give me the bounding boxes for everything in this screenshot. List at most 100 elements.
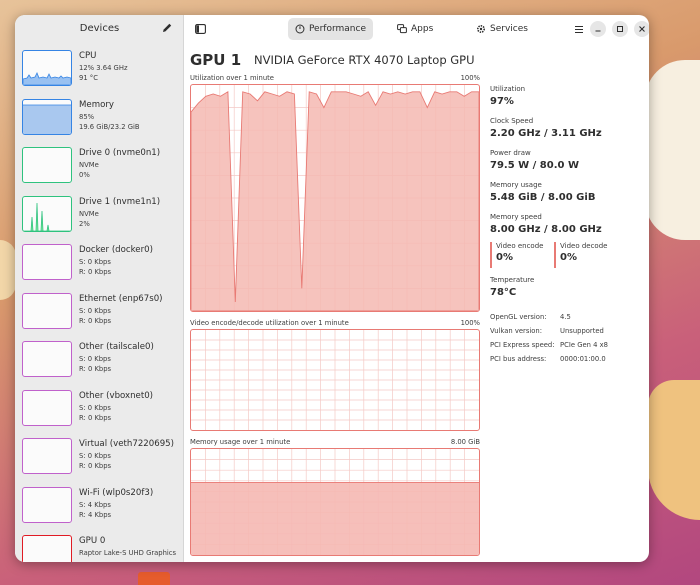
device-item[interactable]: Ethernet (enp67s0) S: 0 Kbps R: 0 Kbps bbox=[22, 292, 178, 335]
memory-usage-label: Memory usage bbox=[490, 181, 542, 189]
wallpaper-shape bbox=[648, 380, 700, 520]
device-thumbnail bbox=[22, 486, 72, 523]
temperature-value: 78°C bbox=[490, 287, 517, 298]
device-detail: S: 0 Kbps bbox=[79, 258, 111, 266]
device-item[interactable]: Memory 85% 19.6 GiB/23.2 GiB bbox=[22, 98, 178, 141]
device-name: Other (tailscale0) bbox=[79, 342, 154, 352]
maximize-icon bbox=[617, 26, 623, 32]
sidebar-toggle-button[interactable] bbox=[190, 19, 210, 39]
utilization-value: 97% bbox=[490, 96, 514, 107]
device-detail: NVMe bbox=[79, 209, 99, 218]
device-detail: R: 4 Kbps bbox=[79, 510, 112, 519]
mini-graph bbox=[23, 342, 71, 376]
video-chart bbox=[191, 330, 479, 430]
device-item[interactable]: Wi-Fi (wlp0s20f3) S: 4 Kbps R: 4 Kbps bbox=[22, 486, 178, 529]
hamburger-icon bbox=[575, 25, 583, 33]
info-value: 4.5 bbox=[560, 313, 571, 321]
memory-graph-max: 8.00 GiB bbox=[450, 438, 480, 446]
device-item[interactable]: CPU 12% 3.64 GHz 91 °C bbox=[22, 50, 178, 92]
tab-apps[interactable]: Apps bbox=[390, 18, 440, 40]
device-item[interactable]: Virtual (veth7220695) S: 0 Kbps R: 0 Kbps bbox=[22, 438, 178, 480]
device-thumbnail bbox=[22, 389, 72, 426]
device-item[interactable]: Docker (docker0) S: 0 Kbps R: 0 Kbps bbox=[22, 244, 178, 286]
device-detail: S: 0 Kbps bbox=[79, 403, 111, 412]
pencil-icon[interactable] bbox=[161, 22, 173, 34]
video-decode-value: 0% bbox=[560, 252, 577, 263]
device-name: Other (vboxnet0) bbox=[79, 390, 154, 401]
info-row-pcie-speed: PCI Express speed: PCIe Gen 4 x8 bbox=[490, 341, 649, 351]
power-draw-label: Power draw bbox=[490, 149, 531, 157]
device-detail: NVMe bbox=[79, 161, 99, 169]
device-detail: 19.6 GiB/23.2 GiB bbox=[79, 122, 140, 131]
minimize-icon bbox=[595, 30, 601, 32]
video-graph bbox=[190, 329, 480, 431]
minimize-button[interactable] bbox=[590, 21, 606, 37]
device-detail: S: 0 Kbps bbox=[79, 355, 111, 363]
device-detail: 91 °C bbox=[79, 74, 98, 82]
wallpaper-shape bbox=[645, 60, 700, 240]
video-decode-label: Video decode bbox=[560, 242, 608, 250]
device-detail: 2% bbox=[79, 219, 90, 228]
memory-graph bbox=[190, 448, 480, 556]
device-thumbnail bbox=[22, 535, 72, 562]
device-name: GPU 0 bbox=[79, 536, 106, 546]
video-encode-block: Video encode 0% bbox=[490, 242, 543, 268]
info-value: 0000:01:00.0 bbox=[560, 355, 606, 363]
maximize-button[interactable] bbox=[612, 21, 628, 37]
tab-performance[interactable]: Performance bbox=[288, 18, 373, 40]
video-encode-value: 0% bbox=[496, 252, 513, 263]
device-detail: S: 0 Kbps bbox=[79, 306, 111, 315]
main-menu-button[interactable] bbox=[569, 19, 589, 39]
device-detail: 0% bbox=[79, 171, 90, 179]
info-row-opengl: OpenGL version: 4.5 bbox=[490, 313, 649, 323]
device-item[interactable]: GPU 0 Raptor Lake-S UHD Graphics bbox=[22, 535, 178, 562]
gauge-icon bbox=[295, 24, 305, 34]
mini-graph bbox=[23, 536, 71, 562]
memory-mini-area bbox=[23, 104, 71, 134]
close-button[interactable] bbox=[634, 21, 649, 37]
tab-services[interactable]: Services bbox=[469, 18, 535, 40]
utilization-label: Utilization bbox=[490, 85, 526, 93]
dock-folder-icon[interactable] bbox=[138, 572, 170, 585]
tab-services-label: Services bbox=[490, 24, 528, 34]
device-thumbnail bbox=[22, 341, 72, 377]
mini-graph bbox=[23, 148, 71, 182]
page-title: GPU 1 bbox=[190, 51, 242, 69]
sidebar-toggle-icon bbox=[194, 24, 206, 34]
memory-graph-label: Memory usage over 1 minute bbox=[190, 438, 291, 446]
device-detail: R: 0 Kbps bbox=[79, 316, 112, 325]
device-item[interactable]: Other (tailscale0) S: 0 Kbps R: 0 Kbps bbox=[22, 341, 178, 383]
sidebar-header: Devices bbox=[15, 15, 183, 44]
clock-speed-label: Clock Speed bbox=[490, 117, 534, 125]
mini-graph bbox=[23, 104, 71, 134]
device-item[interactable]: Other (vboxnet0) S: 0 Kbps R: 0 Kbps bbox=[22, 389, 178, 432]
tab-apps-label: Apps bbox=[411, 24, 434, 34]
device-detail: R: 0 Kbps bbox=[79, 268, 112, 276]
utilization-graph bbox=[190, 84, 480, 312]
info-key: Vulkan version: bbox=[490, 327, 543, 335]
memory-speed-value: 8.00 GHz / 8.00 GHz bbox=[490, 224, 602, 235]
cpu-mini-area bbox=[23, 72, 71, 85]
video-graph-label: Video encode/decode utilization over 1 m… bbox=[190, 319, 349, 327]
device-name: CPU bbox=[79, 51, 97, 61]
mini-graph bbox=[23, 391, 71, 425]
video-decode-block: Video decode 0% bbox=[554, 242, 607, 268]
memory-area bbox=[191, 482, 479, 555]
info-key: PCI bus address: bbox=[490, 355, 547, 363]
info-value: Unsupported bbox=[560, 327, 604, 335]
resources-window: Devices CPU 12% 3.64 GHz 91 °C Memory 85% 19.… bbox=[15, 15, 649, 562]
drive-mini-area bbox=[23, 202, 71, 231]
tab-performance-label: Performance bbox=[308, 24, 366, 34]
temperature-label: Temperature bbox=[490, 276, 535, 284]
device-name: Ethernet (enp67s0) bbox=[79, 293, 163, 304]
mini-graph bbox=[23, 488, 71, 522]
gpu-model-name: NVIDIA GeForce RTX 4070 Laptop GPU bbox=[254, 53, 475, 67]
device-name: Docker (docker0) bbox=[79, 245, 153, 255]
device-detail: 12% 3.64 GHz bbox=[79, 64, 128, 72]
device-detail: R: 0 Kbps bbox=[79, 365, 112, 373]
clock-speed-value: 2.20 GHz / 3.11 GHz bbox=[490, 128, 602, 139]
device-name: Drive 0 (nvme0n1) bbox=[79, 148, 161, 158]
video-encode-label: Video encode bbox=[496, 242, 544, 250]
device-item[interactable]: Drive 1 (nvme1n1) NVMe 2% bbox=[22, 195, 178, 238]
device-item[interactable]: Drive 0 (nvme0n1) NVMe 0% bbox=[22, 147, 178, 189]
